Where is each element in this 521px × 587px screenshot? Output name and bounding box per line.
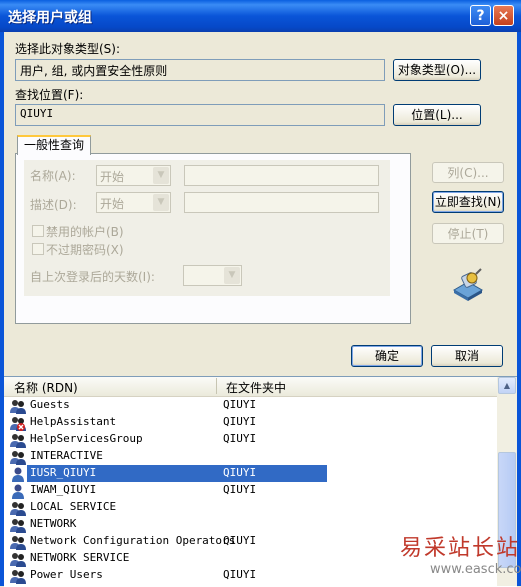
cancel-button[interactable]: 取消: [431, 345, 503, 367]
disabled-accounts-checkbox[interactable]: [32, 225, 44, 237]
user-icon: [10, 466, 26, 482]
days-since-login-select[interactable]: ▼: [183, 265, 242, 286]
days-since-login-label: 自上次登录后的天数(I):: [30, 270, 155, 284]
result-folder: QIUYI: [223, 432, 257, 445]
object-type-label: 选择此对象类型(S):: [15, 42, 121, 56]
result-name: Network Configuration Operators: [30, 534, 236, 547]
result-row[interactable]: LOCAL SERVICE: [10, 499, 320, 516]
name-mode-value: 开始: [100, 170, 125, 184]
description-label: 描述(D):: [30, 198, 77, 212]
column-header-folder[interactable]: 在文件夹中: [226, 379, 286, 396]
result-row[interactable]: Power Users QIUYI: [10, 567, 320, 584]
name-label: 名称(A):: [30, 169, 76, 183]
disabled-user-icon: [10, 415, 26, 431]
description-mode-value: 开始: [100, 197, 125, 211]
column-divider[interactable]: [216, 378, 217, 394]
group-icon: [10, 551, 26, 567]
locations-button[interactable]: 位置(L)...: [393, 104, 481, 126]
result-row[interactable]: HelpServicesGroup QIUYI: [10, 431, 320, 448]
group-icon: [10, 500, 26, 516]
result-name: HelpAssistant: [30, 415, 117, 428]
window-title: 选择用户或组: [8, 10, 92, 26]
result-row[interactable]: HelpAssistant QIUYI: [10, 414, 320, 431]
object-types-button[interactable]: 对象类型(O)...: [393, 59, 481, 81]
group-icon: [10, 517, 26, 533]
name-mode-select[interactable]: 开始 ▼: [96, 165, 171, 186]
watermark-url: www.easck.com: [430, 562, 521, 577]
description-mode-select[interactable]: 开始 ▼: [96, 192, 171, 213]
group-icon: [10, 568, 26, 584]
chevron-down-icon: ▼: [153, 194, 169, 211]
result-row[interactable]: Guests QIUYI: [10, 397, 320, 414]
result-folder: QIUYI: [223, 534, 257, 547]
search-animation-icon: [452, 268, 484, 301]
result-name: LOCAL SERVICE: [30, 500, 117, 513]
group-icon: [10, 449, 26, 465]
group-icon: [10, 432, 26, 448]
result-folder: QIUYI: [223, 398, 257, 411]
group-icon: [10, 534, 26, 550]
columns-button[interactable]: 列(C)...: [432, 162, 504, 183]
window-border-right: [517, 32, 521, 586]
result-row[interactable]: NETWORK: [10, 516, 320, 533]
result-folder: QIUYI: [223, 466, 257, 479]
result-name: IWAM_QIUYI: [30, 483, 97, 496]
watermark-logo: 易采站长站: [400, 536, 521, 561]
result-name: NETWORK SERVICE: [30, 551, 130, 564]
chevron-down-icon: ▼: [153, 167, 169, 184]
chevron-down-icon: ▼: [224, 267, 240, 284]
result-folder: QIUYI: [223, 483, 257, 496]
tab-common-queries[interactable]: 一般性查询: [17, 135, 91, 155]
stop-button[interactable]: 停止(T): [432, 223, 504, 244]
non-expiring-password-checkbox[interactable]: [32, 243, 44, 255]
help-button[interactable]: ?: [470, 5, 491, 26]
user-icon: [10, 483, 26, 499]
result-name: Guests: [30, 398, 70, 411]
location-field: QIUYI: [15, 104, 385, 126]
result-name: NETWORK: [30, 517, 77, 530]
group-icon: [10, 398, 26, 414]
result-name: INTERACTIVE: [30, 449, 103, 462]
non-expiring-password-label: 不过期密码(X): [46, 243, 124, 257]
object-type-field: 用户, 组, 或内置安全性原则: [15, 59, 385, 81]
result-row[interactable]: INTERACTIVE: [10, 448, 320, 465]
result-folder: QIUYI: [223, 415, 257, 428]
result-row[interactable]: Network Configuration Operators QIUYI: [10, 533, 320, 550]
result-name: IUSR_QIUYI: [30, 466, 97, 479]
name-input[interactable]: [184, 165, 379, 186]
result-row[interactable]: IWAM_QIUYI QIUYI: [10, 482, 320, 499]
result-name: HelpServicesGroup: [30, 432, 143, 445]
find-now-button[interactable]: 立即查找(N): [432, 191, 504, 213]
location-label: 查找位置(F):: [15, 88, 84, 102]
result-name: Power Users: [30, 568, 103, 581]
result-folder: QIUYI: [223, 568, 257, 581]
ok-button[interactable]: 确定: [351, 345, 423, 367]
result-row[interactable]: IUSR_QIUYI QIUYI: [10, 465, 327, 482]
scroll-up-arrow[interactable]: ▲: [498, 377, 516, 394]
disabled-accounts-label: 禁用的帐户(B): [46, 225, 124, 239]
close-button[interactable]: ×: [493, 5, 514, 26]
description-input[interactable]: [184, 192, 379, 213]
column-header-name[interactable]: 名称 (RDN): [14, 379, 78, 396]
result-row[interactable]: NETWORK SERVICE: [10, 550, 320, 567]
